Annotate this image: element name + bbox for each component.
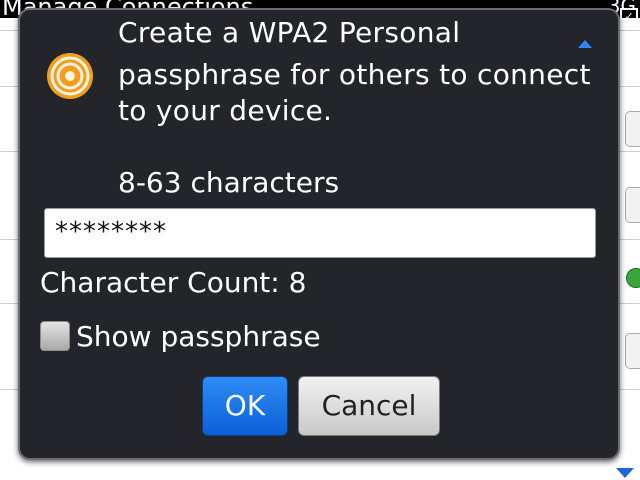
character-count: Character Count: 8 [40,266,306,299]
background-checkbox-icon: ✓ [620,8,638,18]
wifi-hotspot-icon [47,53,93,99]
status-dot-icon [626,268,640,288]
background-button-edge[interactable] [625,333,640,369]
message-line: Create a WPA2 Personal [118,16,461,49]
show-passphrase-row[interactable]: Show passphrase [40,318,321,354]
scroll-down-icon[interactable] [616,468,634,478]
background-button-edge[interactable] [625,187,640,223]
show-passphrase-label[interactable]: Show passphrase [76,320,321,353]
passphrase-dialog: Create a WPA2 Personal passphrase for ot… [18,8,620,460]
message-line: passphrase for others to connect [118,58,591,91]
show-passphrase-checkbox[interactable] [40,321,70,351]
character-count-label: Character Count: [40,266,280,299]
message-line: to your device. [118,94,333,127]
character-count-value: 8 [288,266,307,299]
background-button-edge[interactable] [625,111,640,147]
cancel-button[interactable]: Cancel [298,376,440,436]
length-hint: 8-63 characters [118,166,340,199]
ok-button[interactable]: OK [202,376,288,436]
passphrase-input[interactable]: ******** [44,208,596,258]
scroll-up-icon[interactable] [578,40,592,48]
